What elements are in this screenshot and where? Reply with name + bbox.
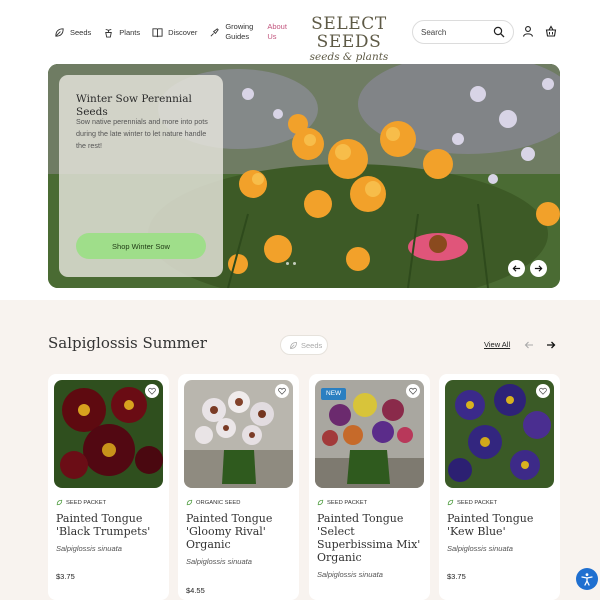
leaf-icon [290,341,297,349]
hero-prev-button[interactable] [508,260,525,277]
search-box [412,20,514,44]
product-latin-name: Salpiglossis sinuata [447,544,513,553]
nav-seeds-label: Seeds [70,27,92,37]
product-latin-name: Salpiglossis sinuata [56,544,122,553]
carousel-dot[interactable] [286,262,289,265]
product-latin-name: Salpiglossis sinuata [186,557,252,566]
book-icon [152,27,163,37]
leaf-icon [317,499,324,506]
product-type-label: ORGANIC SEED [196,499,241,506]
product-price: $3.75 [447,572,466,581]
new-badge: NEW [321,388,347,400]
seeds-chip-label: Seeds [301,340,323,350]
plant-pot-icon [105,28,113,38]
product-card[interactable]: SEED PACKET Painted Tongue 'Black Trumpe… [48,374,169,600]
nav-discover-label: Discover [168,27,198,37]
seeds-chip[interactable]: Seeds [280,335,328,355]
site-logo[interactable]: SELECT SEEDS seeds & plants [288,15,410,63]
nav-plants-label: Plants [119,27,141,37]
product-type: SEED PACKET [317,499,367,506]
heart-icon [148,387,156,395]
product-name[interactable]: Painted Tongue 'Gloomy Rival' Organic [186,512,294,551]
carousel-dots [286,262,300,265]
product-type-label: SEED PACKET [66,499,107,506]
favorite-button[interactable] [406,384,420,398]
product-name[interactable]: Painted Tongue 'Select Superbissima Mix'… [317,512,425,564]
leaf-icon [55,27,64,37]
favorite-button[interactable] [145,384,159,398]
site-header: Seeds Plants Discover Growing Guides Abo… [0,0,600,63]
product-type-label: SEED PACKET [457,499,498,506]
heart-icon [278,387,286,395]
accessibility-icon [581,573,593,586]
view-all-link[interactable]: View All [484,340,510,349]
hero-next-button[interactable] [530,260,547,277]
logo-tagline: seeds & plants [309,51,389,63]
nav-discover[interactable]: Discover [152,27,197,38]
product-card[interactable]: NEW SEED PACKET Painted Tongue 'Select S… [309,374,430,600]
product-type: SEED PACKET [447,499,497,506]
nav-seeds[interactable]: Seeds [54,27,91,38]
nav-plants[interactable]: Plants [103,27,140,38]
shop-winter-sow-button[interactable]: Shop Winter Sow [76,233,206,259]
product-price: $3.75 [56,572,75,581]
product-section: Salpiglossis Summer Seeds View All SEED … [0,300,600,600]
product-price: $4.55 [186,586,205,595]
product-latin-name: Salpiglossis sinuata [317,570,383,579]
arrow-left-icon [512,265,521,272]
arrow-left-icon[interactable] [524,340,534,350]
product-type: ORGANIC SEED [186,499,240,506]
accessibility-button[interactable] [576,568,598,590]
product-name[interactable]: Painted Tongue 'Black Trumpets' [56,512,164,538]
arrow-right-icon [534,265,543,272]
search-input[interactable] [421,25,491,40]
nav-growing-guides-label: Growing Guides [225,22,254,41]
favorite-button[interactable] [536,384,550,398]
leaf-icon [186,499,193,506]
product-type: SEED PACKET [56,499,106,506]
main-nav: Seeds Plants Discover Growing Guides Abo… [54,20,293,44]
hero-banner: Winter Sow Perennial Seeds Sow native pe… [48,64,560,288]
heart-icon [539,387,547,395]
arrow-right-icon[interactable] [546,340,556,350]
product-name[interactable]: Painted Tongue 'Kew Blue' [447,512,555,538]
product-card[interactable]: ORGANIC SEED Painted Tongue 'Gloomy Riva… [178,374,299,600]
search-icon[interactable] [493,26,505,38]
hero-subtitle: Sow native perennials and more into pots… [76,117,208,150]
product-card[interactable]: SEED PACKET Painted Tongue 'Kew Blue' Sa… [439,374,560,600]
cart-icon[interactable] [545,25,557,37]
section-title: Salpiglossis Summer [48,334,207,352]
product-type-label: SEED PACKET [327,499,368,506]
hero-card: Winter Sow Perennial Seeds Sow native pe… [59,75,223,277]
carousel-dot[interactable] [293,262,296,265]
nav-growing-guides[interactable]: Growing Guides [209,22,255,42]
trowel-icon [210,27,220,36]
leaf-icon [447,499,454,506]
account-icon[interactable] [522,25,534,37]
leaf-icon [56,499,63,506]
heart-icon [409,387,417,395]
logo-wordmark: SELECT SEEDS [311,14,387,52]
favorite-button[interactable] [275,384,289,398]
